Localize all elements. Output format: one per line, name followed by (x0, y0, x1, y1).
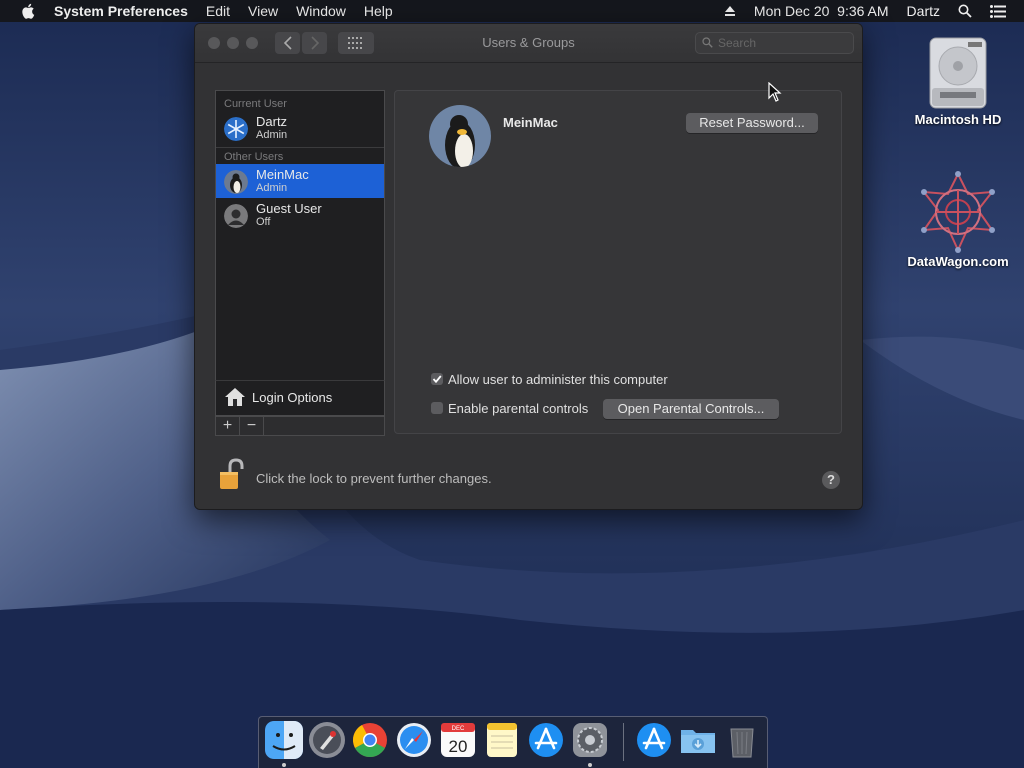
mouse-cursor-icon (768, 82, 782, 102)
launchpad-icon[interactable] (308, 721, 346, 759)
safari-icon[interactable] (395, 721, 433, 759)
add-user-button[interactable]: + (216, 417, 240, 435)
app-store-icon[interactable] (527, 721, 565, 759)
menu-view[interactable]: View (248, 3, 278, 19)
eject-icon[interactable] (724, 5, 736, 17)
hard-drive-icon (929, 37, 987, 109)
user-role: Admin (256, 129, 288, 141)
menu-help[interactable]: Help (364, 3, 393, 19)
dock: DEC 20 (258, 716, 768, 768)
desktop-icon-label: DataWagon.com (907, 254, 1009, 269)
search-placeholder: Search (718, 36, 757, 50)
notification-center-icon[interactable] (990, 4, 1006, 18)
penguin-avatar (224, 170, 248, 194)
calendar-icon[interactable]: DEC 20 (439, 721, 477, 759)
desktop-icon-label: Macintosh HD (914, 112, 1002, 127)
user-role: Off (256, 216, 271, 228)
penguin-avatar (429, 105, 491, 167)
menu-window[interactable]: Window (296, 3, 346, 19)
other-users-header: Other Users (224, 151, 284, 163)
calendar-month: DEC (452, 726, 465, 732)
user-detail-panel: MeinMac Reset Password... Allow user to … (394, 90, 842, 434)
reset-password-button[interactable]: Reset Password... (686, 113, 818, 133)
apple-icon[interactable] (20, 2, 38, 20)
help-button[interactable]: ? (822, 471, 840, 489)
user-name: Guest User (256, 201, 322, 216)
user-list[interactable]: Current User Dartz Admin Other Users Mei… (215, 90, 385, 382)
menu-edit[interactable]: Edit (206, 3, 230, 19)
chrome-icon[interactable] (351, 721, 389, 759)
user-role: Admin (256, 182, 288, 194)
lock-open-icon[interactable] (219, 458, 245, 492)
search-icon (702, 37, 713, 48)
add-remove-bar: + − (215, 416, 385, 436)
window-titlebar[interactable]: Users & Groups Search (195, 24, 862, 63)
system-preferences-icon[interactable] (571, 721, 609, 759)
app-store-downloads-icon[interactable] (635, 721, 673, 759)
finder-icon[interactable] (265, 721, 303, 759)
lock-hint-text: Click the lock to prevent further change… (256, 471, 492, 486)
current-user-header: Current User (224, 98, 287, 110)
users-groups-window: Users & Groups Search Current User Dartz… (194, 23, 863, 510)
guest-user-avatar (224, 204, 248, 228)
allow-admin-checkbox[interactable] (431, 373, 443, 385)
login-options-item[interactable]: Login Options (215, 380, 385, 416)
menu-bar: System Preferences Edit View Window Help… (0, 0, 1024, 22)
user-row-meinmac[interactable]: MeinMac Admin (216, 164, 384, 198)
user-name: MeinMac (256, 167, 309, 182)
dock-separator (623, 723, 624, 761)
user-picture[interactable] (429, 105, 491, 167)
spotlight-icon[interactable] (958, 4, 972, 18)
notes-icon[interactable] (483, 721, 521, 759)
checkmark-icon (432, 375, 442, 384)
menu-clock[interactable]: Mon Dec 20 9:36 AM (754, 3, 889, 19)
menu-user[interactable]: Dartz (907, 3, 940, 19)
user-name: Dartz (256, 114, 288, 129)
allow-admin-label: Allow user to administer this computer (448, 372, 668, 387)
search-field[interactable]: Search (695, 32, 854, 54)
parental-controls-checkbox[interactable] (431, 402, 443, 414)
desktop-icon-macintosh-hd[interactable]: Macintosh HD (903, 32, 1013, 127)
selected-user-name: MeinMac (503, 115, 558, 130)
trash-icon[interactable] (723, 721, 761, 759)
login-options-label: Login Options (252, 390, 333, 405)
snowflake-avatar (224, 117, 248, 141)
calendar-day: 20 (449, 737, 468, 756)
downloads-folder-icon[interactable] (679, 721, 717, 759)
desktop-icon-datawagon[interactable]: DataWagon.com (903, 170, 1013, 269)
menu-app-name[interactable]: System Preferences (54, 3, 188, 19)
house-icon (225, 388, 245, 406)
user-row-dartz[interactable]: Dartz Admin (216, 111, 384, 145)
datawagon-logo-icon (921, 171, 995, 253)
open-parental-controls-button[interactable]: Open Parental Controls... (603, 399, 779, 419)
parental-controls-label: Enable parental controls (448, 401, 589, 416)
user-row-guest[interactable]: Guest User Off (216, 198, 384, 232)
remove-user-button[interactable]: − (240, 417, 264, 435)
